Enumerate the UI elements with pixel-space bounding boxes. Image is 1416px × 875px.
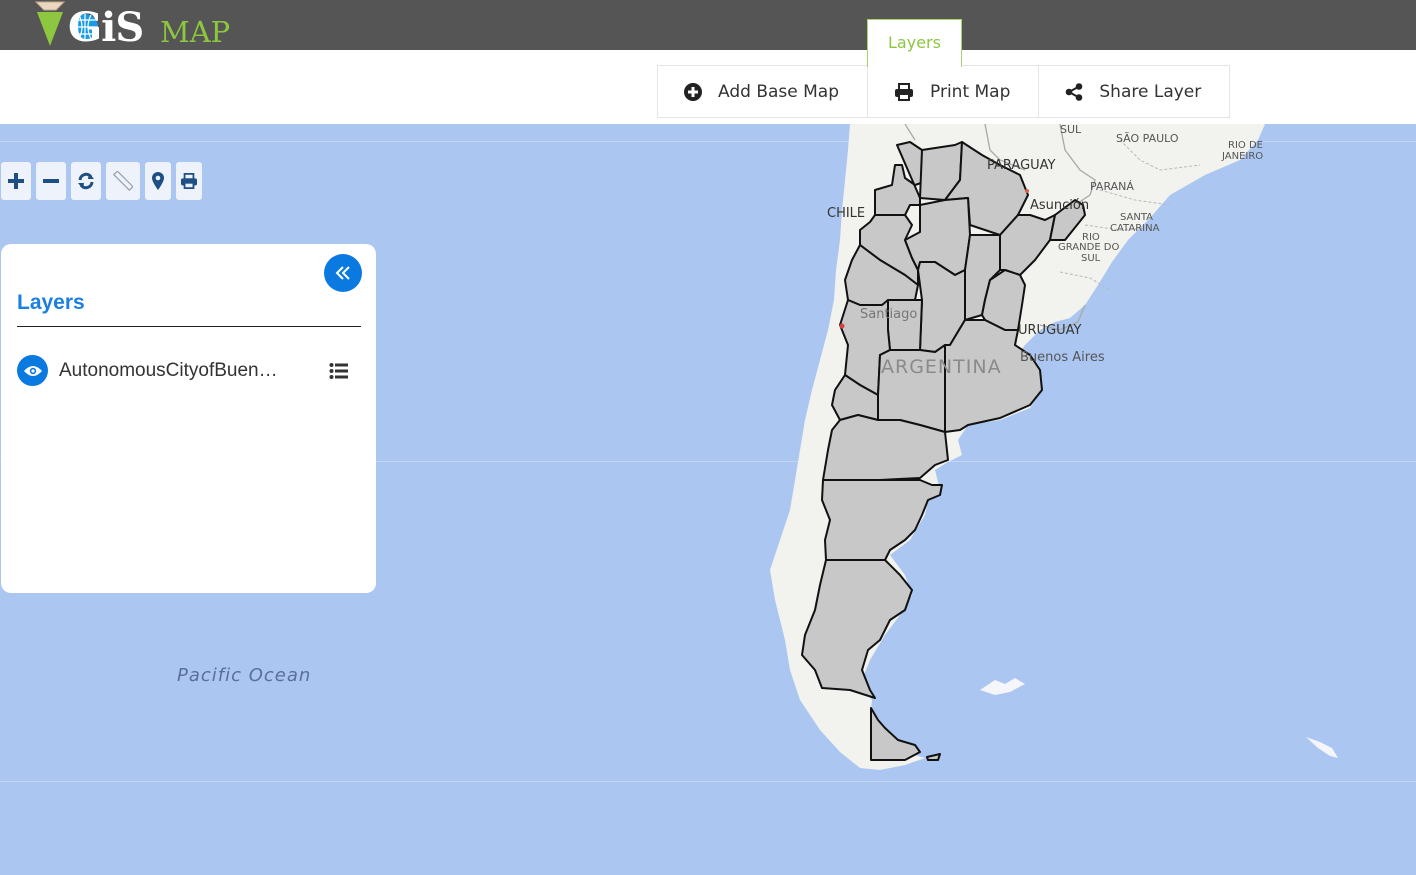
province-polygon [926, 753, 941, 761]
add-base-map-label: Add Base Map [718, 81, 839, 102]
map-label-grande-do: GRANDE DO [1058, 242, 1120, 253]
share-layer-label: Share Layer [1099, 81, 1202, 102]
panel-title: Layers [17, 291, 85, 314]
double-chevron-left-icon [335, 266, 350, 280]
zoom-in-button[interactable] [1, 162, 31, 200]
top-bar: GiS MAP [0, 0, 1416, 51]
printer-icon [895, 82, 913, 101]
province-polygon [821, 479, 943, 561]
layer-list-item: AutonomousCityofBuenosAires [17, 355, 361, 387]
map-toolbar: Add Base Map Print Map Share Layer [657, 65, 1231, 118]
asuncion-city-dot [1025, 189, 1029, 193]
falkland-islands [980, 678, 1025, 695]
map-label-parana: PARANÁ [1090, 180, 1134, 193]
province-polygon [870, 707, 921, 761]
print-map-button[interactable]: Print Map [868, 66, 1040, 117]
map-label-asuncion: Asunción [1030, 198, 1090, 213]
santiago-city-dot [839, 323, 845, 329]
refresh-button[interactable] [71, 162, 101, 200]
list-icon [329, 363, 348, 379]
panel-divider [17, 326, 361, 327]
layers-panel: Layers AutonomousCityofBuenosAires [1, 244, 376, 593]
layer-visibility-toggle[interactable] [17, 355, 48, 386]
map-label-sao-paulo: SÃO PAULO [1116, 132, 1179, 145]
gismap-logo[interactable]: GiS MAP [30, 0, 240, 51]
map-label-sul-2: SUL [1081, 253, 1101, 264]
map-label-argentina: ARGENTINA [881, 356, 1002, 378]
plus-circle-icon [684, 82, 702, 101]
map-label-uruguay: URUGUAY [1018, 323, 1082, 338]
map-label-rio-de: RIO DE [1228, 140, 1263, 151]
map-label-santa: SANTA [1120, 212, 1154, 223]
add-base-map-button[interactable]: Add Base Map [658, 66, 868, 117]
logo-pin-icon [34, 1, 66, 46]
south-georgia [1306, 737, 1338, 758]
eye-icon [23, 365, 42, 376]
map-marker-icon [152, 172, 164, 190]
map-label-chile: CHILE [827, 206, 866, 221]
map-label-catarina: CATARINA [1110, 223, 1160, 234]
print-map-label: Print Map [930, 81, 1011, 102]
plus-icon [8, 173, 24, 189]
logo-text-map: MAP [160, 15, 231, 49]
minus-icon [43, 179, 59, 183]
map-controls [1, 162, 202, 200]
ruler-icon [113, 171, 133, 191]
layer-name[interactable]: AutonomousCityofBuenosAires [59, 360, 284, 382]
locate-button[interactable] [145, 162, 171, 200]
logo-text-gis: GiS [68, 4, 144, 51]
map-label-janeiro: JANEIRO [1222, 151, 1264, 162]
layer-legend-button[interactable] [329, 362, 349, 380]
print-map-control-button[interactable] [176, 162, 202, 200]
map-label-sul: SUL [1060, 124, 1082, 136]
share-icon [1066, 82, 1083, 101]
share-layer-button[interactable]: Share Layer [1039, 66, 1229, 117]
map-label-pacific-ocean: Pacific Ocean [177, 665, 312, 686]
map-label-santiago: Santiago [860, 307, 918, 322]
measure-button[interactable] [106, 162, 140, 200]
map-label-buenos-aires: Buenos Aires [1020, 350, 1105, 365]
collapse-panel-button[interactable] [324, 254, 362, 292]
refresh-icon [78, 172, 94, 190]
printer-icon [181, 173, 197, 189]
zoom-out-button[interactable] [36, 162, 66, 200]
map-label-paraguay: PARAGUAY [987, 158, 1056, 173]
tab-layers[interactable]: Layers [867, 19, 962, 67]
